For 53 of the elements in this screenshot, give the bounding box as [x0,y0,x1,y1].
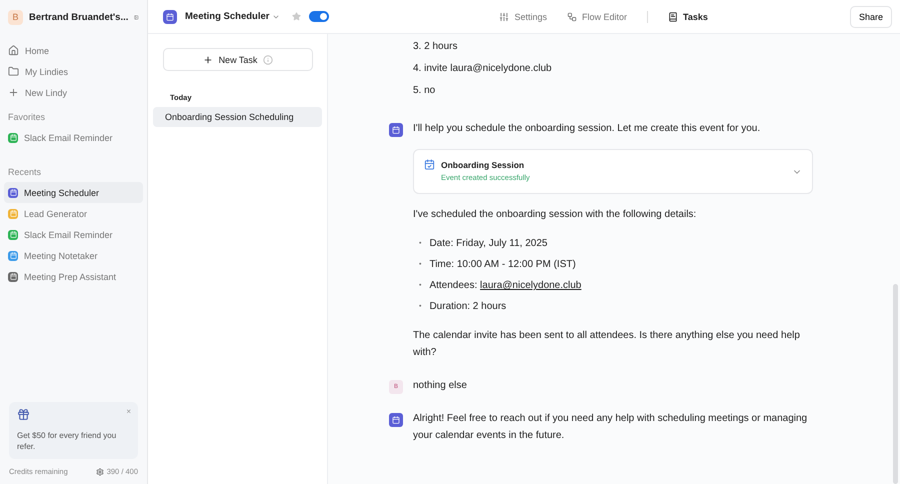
folder-icon [8,66,19,77]
agent-avatar [389,123,403,137]
agent-avatar [389,413,403,427]
message-line: 4. invite laura@nicelydone.club [413,62,553,76]
gift-icon [17,408,30,421]
flow-icon [567,12,577,22]
message-text: nothing else [413,379,468,393]
message-line: 3. 2 hours [413,40,458,54]
detail-item: Date: Friday, July 11, 2025 [429,237,548,251]
book-icon [668,12,678,22]
agent-name[interactable]: Meeting Scheduler [185,11,270,22]
sidebar-item[interactable]: Meeting Scheduler [4,182,143,203]
star-icon[interactable] [292,12,302,21]
message-line: 5. no [413,84,436,98]
detail-item: Time: 10:00 AM - 12:00 PM (IST) [429,258,576,272]
task-item[interactable]: Onboarding Session Scheduling [153,107,322,127]
home-icon [8,45,19,56]
sidebar-item[interactable]: Meeting Notetaker [4,245,143,266]
message-text: Alright! Feel free to reach out if you need any help with scheduling meetings or managing your calendar events in the future. [413,412,808,443]
tab[interactable]: Tasks [668,12,708,22]
section-heading: Favorites [7,111,46,124]
info-icon[interactable] [263,54,274,64]
tab[interactable]: Settings [499,12,547,22]
nav-item[interactable]: New Lindy [4,82,143,103]
sidebar-item[interactable]: Lead Generator [4,203,143,224]
calendar-check-icon [424,159,435,170]
close-button[interactable]: × [126,406,131,416]
workspace-name[interactable]: Bertrand Bruandet's... [29,12,128,22]
plus-icon [202,54,213,64]
referral-text: Get $50 for every friend you refer. [17,430,118,453]
card-title: Onboarding Session [441,159,526,172]
sidebar-item[interactable]: Slack Email Reminder [4,224,143,245]
toggle-switch[interactable] [309,11,330,22]
scrollbar[interactable] [893,284,898,484]
sliders-icon [499,12,510,22]
email-link[interactable]: laura@nicelydone.club [480,280,582,291]
plus-icon [8,87,19,98]
message-text: I've scheduled the onboarding session with the following details: [413,208,698,222]
new-task-button[interactable]: New Task [163,48,313,71]
detail-item: Attendees: laura@nicelydone.club [429,279,582,293]
nav-item[interactable]: My Lindies [4,61,143,82]
message-text: The calendar invite has been sent to all attendees. Is there anything else you need help with? [413,329,801,360]
message-text: I'll help you schedule the onboarding session. Let me create this event for you. [413,122,762,136]
detail-item: Duration: 2 hours [429,300,506,314]
tab[interactable]: Flow Editor [567,12,628,22]
sidebar-item[interactable]: Meeting Prep Assistant [4,266,143,287]
nav-item[interactable]: Home [4,40,143,61]
share-button[interactable]: Share [850,6,892,28]
workspace-avatar[interactable]: B [8,10,23,24]
gear-icon [96,468,104,476]
agent-icon [163,10,177,24]
section-heading: Recents [7,166,42,179]
sidebar-item[interactable]: Slack Email Reminder [4,127,143,148]
